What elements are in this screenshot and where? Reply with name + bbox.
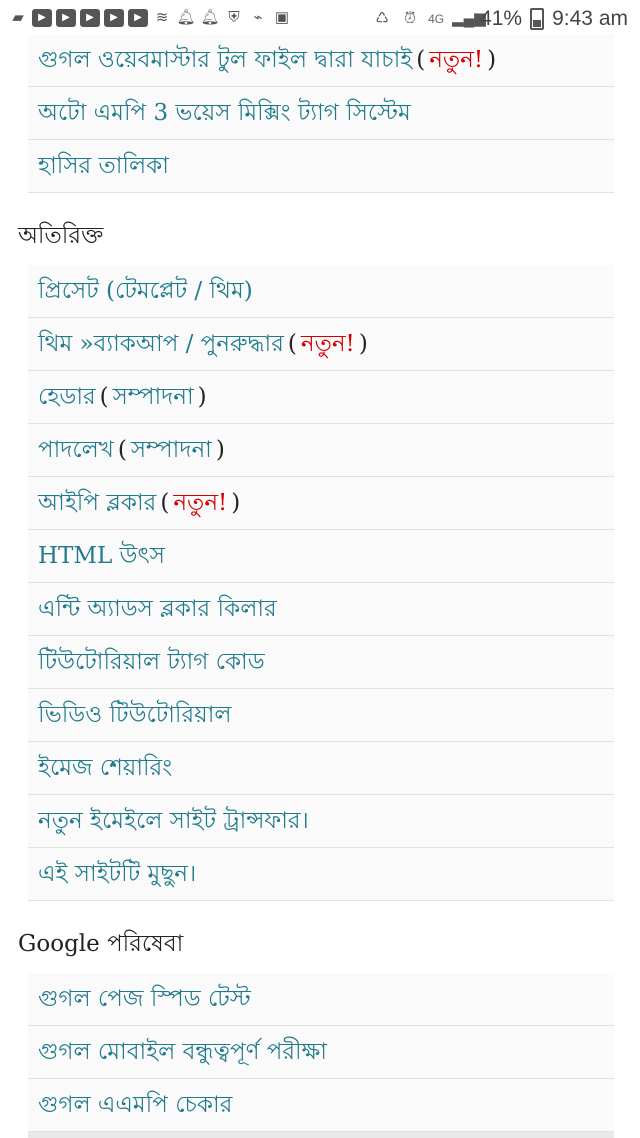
youtube-icon: ▶ bbox=[80, 9, 100, 27]
list-item[interactable]: আইপি ব্লকার ( নতুন! ) bbox=[28, 477, 614, 530]
youtube-icon: ▶ bbox=[56, 9, 76, 27]
paren-open: ( bbox=[416, 47, 426, 73]
item-link[interactable]: হেডার bbox=[38, 378, 96, 417]
item-link[interactable]: পাদলেখ bbox=[38, 431, 114, 470]
list-item[interactable]: ভিডিও টিউটোরিয়াল bbox=[28, 689, 614, 742]
list-item[interactable]: টিউটোরিয়াল ট্যাগ কোড bbox=[28, 636, 614, 689]
list-item[interactable]: গুগল মোবাইল বন্ধুত্বপূর্ণ পরীক্ষা bbox=[28, 1026, 614, 1079]
top-link-list: গুগল ওয়েবমাস্টার টুল ফাইল দ্বারা যাচাই … bbox=[28, 34, 614, 193]
section-title-google: Google পরিষেবা bbox=[18, 931, 184, 957]
new-badge: নতুন! bbox=[429, 46, 484, 73]
google-link-list: গুগল পেজ স্পিড টেস্ট গুগল মোবাইল বন্ধুত্… bbox=[28, 973, 614, 1132]
item-link[interactable]: HTML উৎস bbox=[38, 537, 165, 576]
list-item[interactable]: নতুন ইমেইলে সাইট ট্রান্সফার। bbox=[28, 795, 614, 848]
youtube-icon: ▶ bbox=[128, 9, 148, 27]
list-item[interactable]: হাসির তালিকা bbox=[28, 140, 614, 193]
bell-icon: 🔔︎ bbox=[200, 9, 220, 26]
item-link[interactable]: গুগল পেজ স্পিড টেস্ট bbox=[38, 980, 251, 1019]
item-link[interactable]: থিম »ব্যাকআপ / পুনরুদ্ধার bbox=[38, 325, 284, 364]
paren-open: ( bbox=[160, 490, 170, 516]
item-link[interactable]: গুগল ওয়েবমাস্টার টুল ফাইল দ্বারা যাচাই bbox=[38, 41, 412, 80]
item-link[interactable]: গুগল এএমপি চেকার bbox=[38, 1086, 232, 1125]
usb-icon: ⌁ bbox=[253, 9, 263, 26]
youtube-icon: ▶ bbox=[104, 9, 124, 27]
image-icon: ▣ bbox=[274, 9, 290, 26]
list-item[interactable]: হেডার ( সম্পাদনা ) bbox=[28, 371, 614, 424]
list-item[interactable]: পাদলেখ ( সম্পাদনা ) bbox=[28, 424, 614, 477]
scroll-edge bbox=[28, 1132, 614, 1138]
new-badge: নতুন! bbox=[300, 330, 355, 357]
paren-open: ( bbox=[117, 437, 127, 463]
item-link[interactable]: অটো এমপি 3 ভয়েস মিক্সিং ট্যাগ সিস্টেম bbox=[38, 94, 411, 133]
list-item[interactable]: অটো এমপি 3 ভয়েস মিক্সিং ট্যাগ সিস্টেম bbox=[28, 87, 614, 140]
item-link[interactable]: এন্টি অ্যাডস ব্লকার কিলার bbox=[38, 590, 277, 629]
page-content: গুগল ওয়েবমাস্টার টুল ফাইল দ্বারা যাচাই … bbox=[0, 34, 640, 1132]
item-link[interactable]: ইমেজ শেয়ারিং bbox=[38, 749, 172, 788]
edit-link[interactable]: সম্পাদনা bbox=[113, 378, 194, 417]
item-link[interactable]: ভিডিও টিউটোরিয়াল bbox=[38, 696, 232, 735]
network-type: 4G bbox=[428, 12, 445, 26]
status-right: ♺ ⏰︎ 4G ▂▄▆ 41% 9:43 am bbox=[372, 7, 628, 31]
recycle-icon: ♺ bbox=[375, 10, 389, 27]
paren-close: ) bbox=[358, 331, 368, 357]
item-link[interactable]: আইপি ব্লকার bbox=[38, 484, 156, 523]
list-item[interactable]: এই সাইটটি মুছুন। bbox=[28, 848, 614, 901]
paren-close: ) bbox=[215, 437, 225, 463]
list-item[interactable]: গুগল পেজ স্পিড টেস্ট bbox=[28, 973, 614, 1026]
battery-icon bbox=[530, 8, 545, 30]
list-item[interactable]: গুগল এএমপি চেকার bbox=[28, 1079, 614, 1132]
bell-icon: 🔔︎ bbox=[176, 9, 196, 26]
new-badge: নতুন! bbox=[173, 489, 228, 516]
item-link[interactable]: গুগল মোবাইল বন্ধুত্বপূর্ণ পরীক্ষা bbox=[38, 1033, 327, 1072]
list-item[interactable]: HTML উৎস bbox=[28, 530, 614, 583]
item-link[interactable]: নতুন ইমেইলে সাইট ট্রান্সফার। bbox=[38, 802, 309, 841]
clock: 9:43 am bbox=[552, 7, 628, 30]
battery-percent: 41% bbox=[480, 7, 523, 30]
list-item[interactable]: প্রিসেট (টেমপ্লেট / থিম) bbox=[28, 265, 614, 318]
item-link[interactable]: হাসির তালিকা bbox=[38, 147, 169, 186]
notification-icons: ▰ ▶ ▶ ▶ ▶ ▶ ≋ 🔔︎ 🔔︎ ⛨ ⌁ ▣ bbox=[8, 9, 292, 27]
alarm-icon: ⏰︎ bbox=[404, 10, 416, 27]
shield-icon: ⛨ bbox=[228, 9, 240, 26]
paren-close: ) bbox=[231, 490, 241, 516]
list-item[interactable]: ইমেজ শেয়ারিং bbox=[28, 742, 614, 795]
paren-close: ) bbox=[487, 47, 497, 73]
item-link[interactable]: প্রিসেট (টেমপ্লেট / থিম) bbox=[38, 272, 253, 311]
chat-icon: ▰ bbox=[12, 9, 24, 26]
paren-open: ( bbox=[99, 384, 109, 410]
item-link[interactable]: এই সাইটটি মুছুন। bbox=[38, 855, 196, 894]
wifi-calling-icon: ≋ bbox=[155, 9, 169, 26]
item-link[interactable]: টিউটোরিয়াল ট্যাগ কোড bbox=[38, 643, 265, 682]
signal-icon: ▂▄▆ bbox=[452, 10, 486, 27]
list-item[interactable]: এন্টি অ্যাডস ব্লকার কিলার bbox=[28, 583, 614, 636]
paren-open: ( bbox=[287, 331, 297, 357]
paren-close: ) bbox=[197, 384, 207, 410]
section-title-extra: অতিরিক্ত bbox=[18, 223, 104, 249]
list-item[interactable]: গুগল ওয়েবমাস্টার টুল ফাইল দ্বারা যাচাই … bbox=[28, 34, 614, 87]
list-item[interactable]: থিম »ব্যাকআপ / পুনরুদ্ধার ( নতুন! ) bbox=[28, 318, 614, 371]
extra-link-list: প্রিসেট (টেমপ্লেট / থিম) থিম »ব্যাকআপ / … bbox=[28, 265, 614, 901]
youtube-icon: ▶ bbox=[32, 9, 52, 27]
edit-link[interactable]: সম্পাদনা bbox=[131, 431, 212, 470]
